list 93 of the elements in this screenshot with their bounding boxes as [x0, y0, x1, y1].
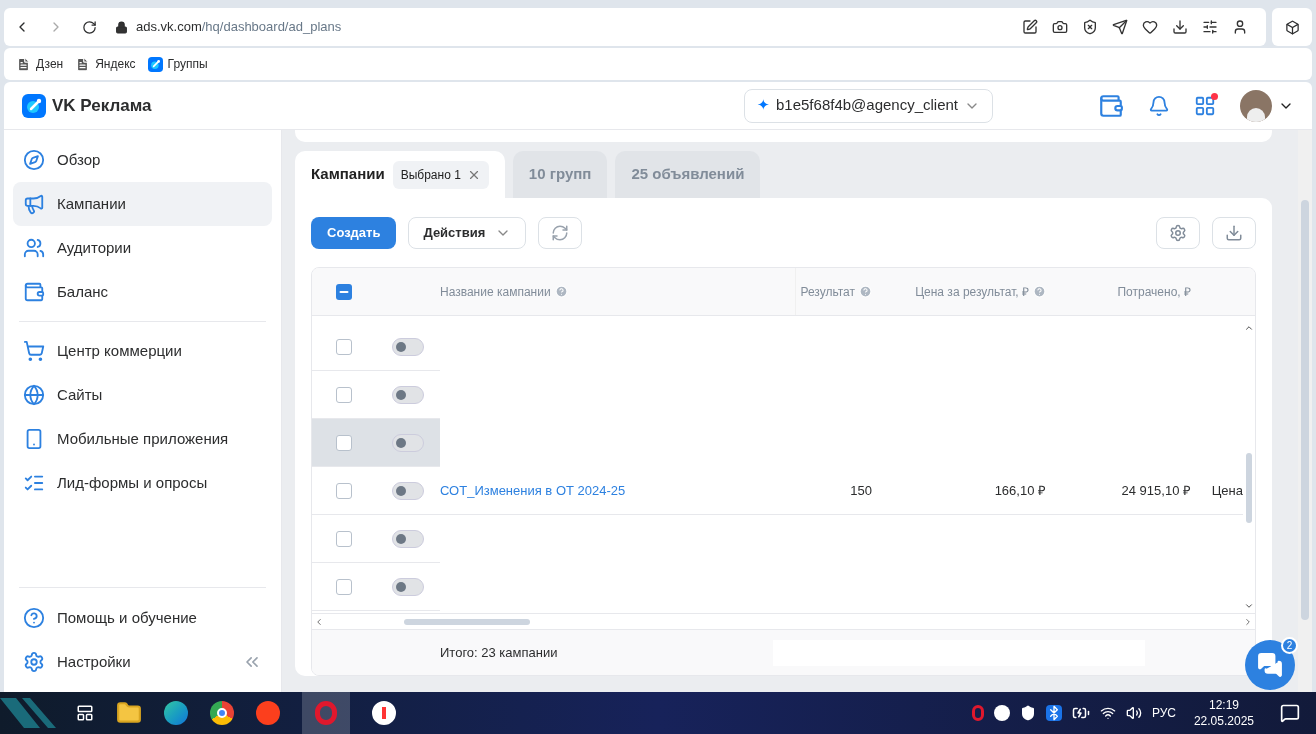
cart-icon	[23, 340, 45, 362]
url-field[interactable]: ads.vk.com/hq/dashboard/ad_plans	[136, 17, 342, 37]
table-cell-text: Цена	[1211, 481, 1243, 500]
sidebar-item[interactable]: Обзор	[13, 138, 272, 182]
notifications-icon[interactable]	[1280, 703, 1300, 723]
row-checkbox[interactable]	[336, 434, 352, 451]
settings-icon	[23, 651, 45, 673]
camera-icon[interactable]	[1052, 19, 1068, 35]
sidebar-item[interactable]: Центр коммерции	[13, 329, 272, 373]
refresh-icon	[551, 224, 570, 242]
task-view-icon[interactable]	[76, 704, 94, 722]
table-cell-text: 150	[850, 481, 872, 500]
compass-icon	[23, 149, 45, 171]
page-icon	[75, 56, 91, 72]
scroll-up-icon[interactable]	[1244, 323, 1254, 333]
logo-icon	[147, 56, 163, 72]
megaphone-icon	[23, 193, 45, 215]
lock-icon	[115, 20, 128, 34]
logo-icon	[22, 93, 46, 118]
yandex-icon[interactable]	[256, 701, 280, 725]
total-label: Итого: 23 кампании	[440, 643, 558, 662]
toggle-switch[interactable]	[392, 577, 424, 596]
avatar[interactable]	[1240, 89, 1272, 122]
bell-icon[interactable]	[1148, 94, 1170, 117]
sidebar-item[interactable]: Кампании	[13, 182, 272, 226]
chrome-icon[interactable]	[210, 701, 234, 725]
sidebar-item[interactable]: Лид-формы и опросы	[13, 461, 272, 505]
row-checkbox[interactable]	[336, 530, 352, 547]
scroll-left-icon[interactable]	[314, 616, 324, 627]
toggle-switch[interactable]	[392, 529, 424, 548]
settings-icon	[1169, 224, 1187, 242]
table-cell-text: 24 915,10 ₽	[1121, 481, 1191, 500]
scroll-right-icon[interactable]	[1243, 616, 1253, 627]
refresh-button[interactable]	[538, 217, 583, 249]
select-all-checkbox[interactable]	[336, 283, 352, 300]
settings-button[interactable]	[1156, 217, 1200, 249]
toggle-switch[interactable]	[392, 385, 424, 404]
tab[interactable]: Кампании Выбрано 1	[295, 151, 505, 198]
bookmark[interactable]: Яндекс	[75, 55, 136, 73]
account-selector[interactable]: ✦ b1e5f68f4b@agency_client	[744, 88, 994, 123]
volume-icon[interactable]	[1125, 705, 1142, 721]
chat-icon	[1257, 652, 1283, 678]
yandex-tray-icon[interactable]	[993, 705, 1010, 721]
download-icon[interactable]	[1172, 19, 1188, 35]
sidebar-item[interactable]: Аудитории	[13, 226, 272, 270]
campaign-link[interactable]: СОТ_Изменения в ОТ 2024-25	[440, 480, 626, 501]
shield-tray-icon[interactable]	[1019, 705, 1036, 721]
toggle-switch[interactable]	[392, 433, 424, 452]
sidebar-item[interactable]: Баланс	[13, 270, 272, 314]
clock[interactable]: 12:19 22.05.2025	[1193, 697, 1254, 729]
wallet-icon	[23, 281, 45, 303]
toggle-switch[interactable]	[392, 337, 424, 356]
table-cell-text: 166,10 ₽	[994, 481, 1046, 500]
yandex-browser-icon[interactable]	[372, 701, 396, 725]
download-icon	[1225, 224, 1243, 242]
globe-icon	[23, 384, 45, 406]
brand-name: VK Реклама	[52, 94, 152, 117]
row-checkbox[interactable]	[336, 578, 352, 595]
bookmark[interactable]: Дзен	[16, 55, 64, 73]
profile-icon[interactable]	[1232, 19, 1248, 35]
edge-icon[interactable]	[164, 701, 188, 725]
sidebar-item[interactable]: Помощь и обучение	[13, 596, 272, 640]
selection-badge: Выбрано 1	[392, 160, 489, 189]
cube-icon[interactable]	[1284, 19, 1300, 35]
folder-icon[interactable]	[116, 700, 142, 726]
sliders-icon[interactable]	[1202, 19, 1218, 35]
bookmark[interactable]: Группы	[147, 55, 208, 73]
toggle-switch[interactable]	[392, 481, 424, 500]
send-icon[interactable]	[1112, 19, 1128, 35]
row-checkbox[interactable]	[336, 338, 352, 355]
scroll-down-icon[interactable]	[1244, 601, 1254, 611]
sparkle-icon: ✦	[757, 94, 770, 117]
edit-icon[interactable]	[1022, 19, 1038, 35]
row-checkbox[interactable]	[336, 386, 352, 403]
sidebar-item[interactable]: Мобильные приложения	[13, 417, 272, 461]
wifi-icon[interactable]	[1099, 705, 1116, 721]
bluetooth-icon[interactable]	[1045, 705, 1062, 721]
reload-icon[interactable]	[82, 19, 97, 35]
actions-dropdown[interactable]: Действия	[408, 217, 527, 249]
apps-icon[interactable]	[1194, 94, 1216, 117]
page-icon	[16, 56, 31, 72]
sidebar-item[interactable]: Сайты	[13, 373, 272, 417]
download-button[interactable]	[1212, 217, 1256, 249]
users-icon	[23, 237, 45, 259]
help-icon	[23, 607, 45, 629]
shield-icon[interactable]	[1082, 19, 1098, 35]
heart-icon[interactable]	[1142, 19, 1158, 35]
opera-tray-icon[interactable]	[971, 705, 984, 721]
wallet-icon[interactable]	[1098, 92, 1124, 119]
sidebar-item[interactable]: Настройки	[13, 640, 242, 684]
row-checkbox[interactable]	[336, 482, 352, 499]
language-indicator[interactable]: РУС	[1151, 704, 1176, 722]
create-button[interactable]: Создать	[311, 217, 397, 249]
